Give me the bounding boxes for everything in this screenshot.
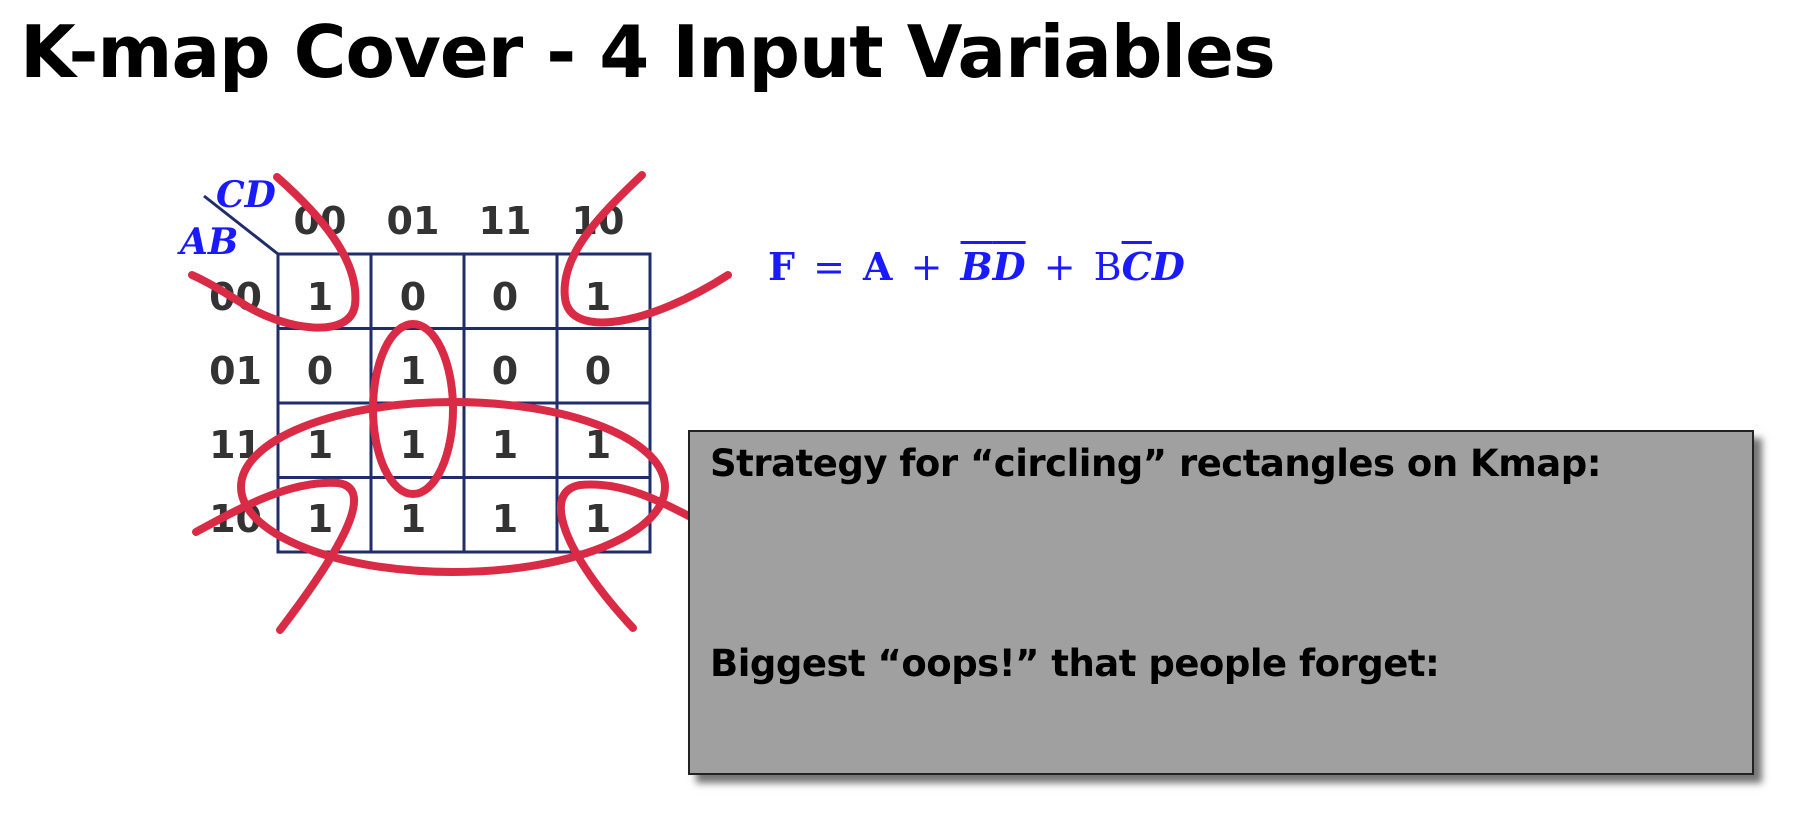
kmap-col-label: 01 — [387, 199, 440, 243]
kmap-cell: 1 — [400, 497, 426, 541]
kmap-cell: 1 — [585, 275, 611, 319]
kmap-cell: 1 — [400, 349, 426, 393]
equation-d-bar: D — [992, 244, 1026, 289]
oops-question: Biggest “oops!” that people forget: — [710, 642, 1440, 685]
boolean-equation: F = A + BD + BCD — [768, 244, 1185, 289]
equation-d: D — [1151, 244, 1185, 289]
kmap-cell: 1 — [307, 423, 333, 467]
kmap-cell: 0 — [492, 275, 518, 319]
kmap-cell: 1 — [585, 497, 611, 541]
equation-equals: = — [813, 245, 845, 289]
equation-b-bar: B — [960, 244, 993, 289]
kmap-cell: 0 — [585, 349, 611, 393]
kmap-cell: 1 — [307, 497, 333, 541]
kmap-cell: 1 — [492, 497, 518, 541]
equation-c-bar: C — [1121, 244, 1152, 289]
kmap-col-label: 11 — [479, 199, 532, 243]
equation-plus: + — [1043, 245, 1076, 289]
kmap-cell: 1 — [492, 423, 518, 467]
equation-lhs: F — [768, 244, 795, 289]
equation-term-a: A — [863, 244, 893, 289]
kmap-col-variable: CD — [216, 174, 276, 216]
equation-b: B — [1093, 245, 1122, 289]
strategy-box: Strategy for “circling” rectangles on Km… — [688, 430, 1754, 775]
kmap-cell: 0 — [400, 275, 426, 319]
kmap-row-label: 01 — [209, 349, 262, 393]
equation-plus: + — [910, 245, 943, 289]
kmap-cell: 0 — [307, 349, 333, 393]
kmap-row-variable: AB — [177, 221, 238, 263]
kmap-cell: 0 — [492, 349, 518, 393]
kmap-cell: 1 — [400, 423, 426, 467]
strategy-question: Strategy for “circling” rectangles on Km… — [710, 442, 1602, 485]
kmap-cell: 1 — [307, 275, 333, 319]
